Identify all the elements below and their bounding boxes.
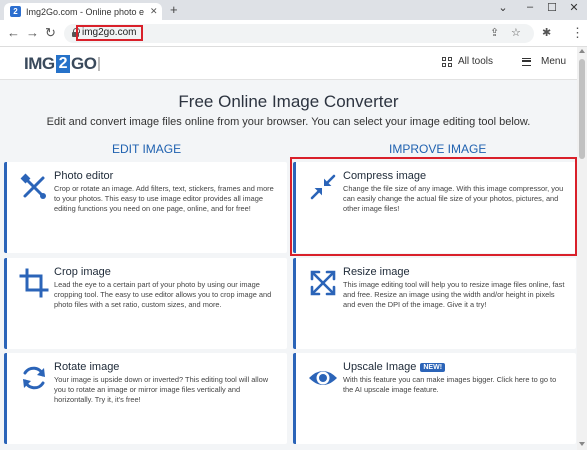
- browser-toolbar: ← → ↻ img2go.com ⇪ ☆ ✱ ⋮: [0, 20, 587, 47]
- scroll-thumb[interactable]: [579, 59, 585, 159]
- tab-close-icon[interactable]: ✕: [150, 6, 158, 17]
- card-title: Crop image: [54, 266, 111, 278]
- resize-image-card[interactable]: Resize image This image editing tool wil…: [293, 258, 576, 349]
- logo-text-left: IMG: [24, 54, 55, 73]
- img2go-logo[interactable]: IMG 2 GO: [24, 54, 101, 73]
- logo-bar: [98, 57, 101, 71]
- browser-menu-icon[interactable]: ⋮: [571, 26, 584, 40]
- site-header: IMG 2 GO All tools Menu: [0, 47, 577, 80]
- new-badge: NEW!: [420, 363, 446, 372]
- main-content: Free Online Image Converter Edit and con…: [0, 80, 577, 450]
- back-icon[interactable]: ←: [7, 26, 20, 40]
- card-title-text: Upscale Image: [343, 361, 417, 373]
- expand-arrows-icon: [310, 270, 336, 296]
- highlight-outline: [290, 157, 577, 256]
- forward-icon[interactable]: →: [26, 26, 39, 40]
- browser-tabstrip: 2 Img2Go.com - Online photo edi ✕ + ⌄ – …: [0, 0, 587, 20]
- card-title: Photo editor: [54, 170, 114, 182]
- card-title: Upscale Image NEW!: [343, 361, 446, 373]
- card-description: Your image is upside down or inverted? T…: [54, 375, 269, 404]
- img2go-favicon-icon: 2: [10, 6, 21, 17]
- logo-text-mid: 2: [55, 55, 71, 73]
- crop-image-card[interactable]: Crop image Lead the eye to a certain par…: [4, 258, 287, 349]
- address-bar[interactable]: img2go.com ⇪ ☆: [64, 24, 534, 43]
- scroll-up-icon[interactable]: [579, 49, 585, 53]
- menu-label: Menu: [541, 56, 567, 67]
- page-scrollbar[interactable]: [577, 47, 587, 450]
- all-tools-label: All tools: [458, 56, 494, 67]
- intro-text: Edit and convert image files online from…: [46, 116, 531, 128]
- url-text[interactable]: img2go.com: [76, 25, 143, 41]
- crop-icon: [19, 268, 49, 298]
- card-description: Crop or rotate an image. Add filters, te…: [54, 184, 274, 213]
- tab-title: Img2Go.com - Online photo edi: [26, 6, 144, 17]
- card-description: With this feature you can make images bi…: [343, 375, 557, 394]
- all-tools-button[interactable]: All tools: [442, 56, 493, 67]
- edit-image-heading: EDIT IMAGE: [112, 142, 182, 156]
- upscale-image-card[interactable]: Upscale Image NEW! With this feature you …: [293, 353, 576, 444]
- rotate-image-card[interactable]: Rotate image Your image is upside down o…: [4, 353, 287, 444]
- improve-image-heading: IMPROVE IMAGE: [389, 142, 487, 156]
- menu-button[interactable]: Menu: [522, 56, 566, 67]
- reload-icon[interactable]: ↻: [45, 26, 56, 40]
- scroll-down-icon[interactable]: [579, 442, 585, 446]
- share-icon[interactable]: ⇪: [490, 26, 499, 39]
- page-title: Free Online Image Converter: [178, 92, 399, 111]
- new-tab-icon[interactable]: +: [170, 3, 178, 17]
- crossed-tools-icon: [20, 173, 46, 199]
- photo-editor-card[interactable]: Photo editor Crop or rotate an image. Ad…: [4, 162, 287, 253]
- card-title: Rotate image: [54, 361, 120, 373]
- card-description: This image editing tool will help you to…: [343, 280, 565, 309]
- hamburger-icon: [522, 57, 531, 66]
- rotate-icon: [23, 366, 45, 390]
- card-title: Resize image: [343, 266, 410, 278]
- window-close-icon[interactable]: ✕: [559, 1, 587, 14]
- chevron-down-icon[interactable]: ⌄: [488, 1, 518, 14]
- logo-text-right: GO: [71, 54, 97, 73]
- browser-tab[interactable]: 2 Img2Go.com - Online photo edi ✕: [4, 3, 162, 20]
- extensions-icon[interactable]: ✱: [542, 26, 551, 40]
- grid-icon: [442, 56, 452, 67]
- eye-icon: [309, 371, 337, 385]
- card-description: Lead the eye to a certain part of your p…: [54, 280, 272, 309]
- bookmark-star-icon[interactable]: ☆: [511, 26, 521, 39]
